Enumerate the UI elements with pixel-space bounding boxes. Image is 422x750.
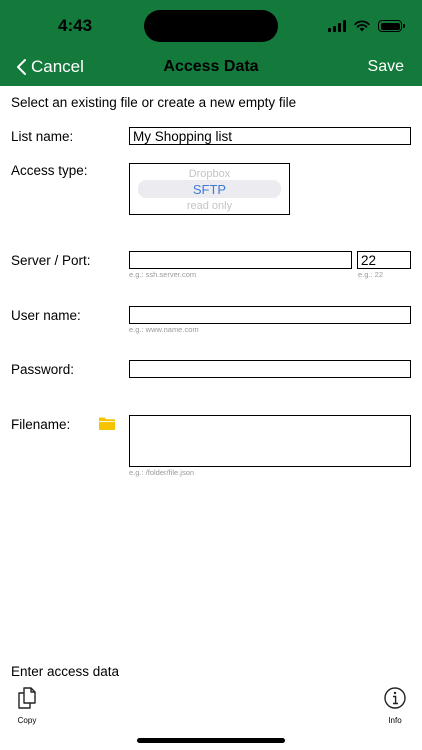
password-input[interactable]	[129, 360, 411, 378]
server-port-label: Server / Port:	[11, 253, 91, 268]
password-label: Password:	[11, 362, 75, 377]
copy-label: Copy	[17, 716, 37, 725]
server-input[interactable]	[129, 251, 352, 269]
status-message: Enter access data	[11, 664, 120, 679]
cellular-signal-icon	[328, 20, 346, 32]
home-indicator[interactable]	[137, 738, 285, 743]
folder-icon[interactable]	[98, 416, 116, 431]
info-icon	[384, 687, 406, 709]
user-name-label: User name:	[11, 308, 81, 323]
access-type-picker[interactable]: Dropbox SFTP read only	[129, 163, 290, 215]
battery-icon	[378, 20, 405, 32]
wifi-icon	[354, 20, 370, 32]
page-title: Access Data	[163, 58, 259, 75]
access-type-label: Access type:	[11, 163, 88, 178]
picker-option-dropbox[interactable]: Dropbox	[130, 168, 289, 180]
filename-label: Filename:	[11, 417, 71, 432]
user-name-hint: e.g.: www.name.com	[129, 325, 199, 334]
copy-icon	[18, 687, 36, 709]
save-button[interactable]: Save	[368, 58, 404, 76]
picker-option-read-only[interactable]: read only	[130, 200, 289, 212]
server-hint: e.g.: ssh.server.com	[129, 270, 197, 279]
instructions-text: Select an existing file or create a new …	[11, 95, 297, 110]
info-label: Info	[388, 716, 402, 725]
port-input[interactable]	[357, 251, 411, 269]
port-hint: e.g.: 22	[358, 270, 384, 279]
dynamic-island	[144, 10, 278, 42]
status-icons	[328, 18, 405, 34]
status-time: 4:43	[58, 16, 93, 35]
list-name-label: List name:	[11, 129, 74, 144]
picker-option-selected[interactable]: SFTP	[130, 182, 289, 197]
filename-input[interactable]	[129, 415, 411, 467]
info-button[interactable]: Info	[375, 686, 415, 725]
user-name-input[interactable]	[129, 306, 411, 324]
copy-button[interactable]: Copy	[7, 686, 47, 725]
header-bar: 4:43 Cancel Access Data Save	[0, 0, 422, 86]
filename-hint: e.g.: /folder/file.json	[129, 468, 195, 477]
list-name-input[interactable]	[129, 127, 411, 145]
